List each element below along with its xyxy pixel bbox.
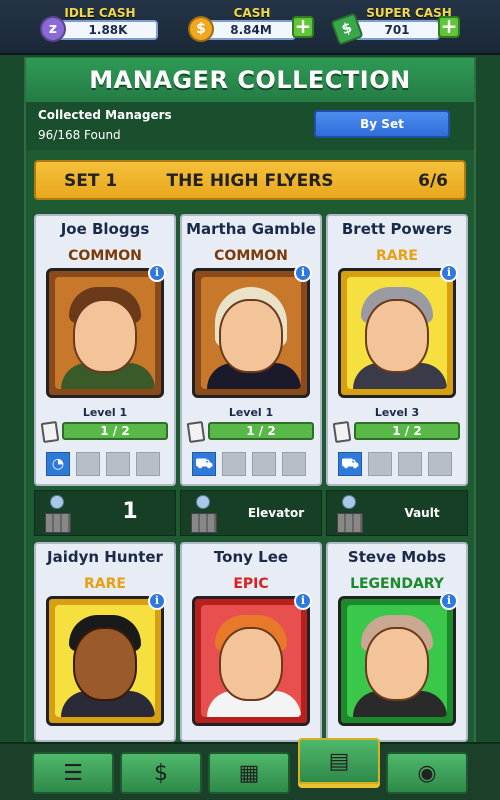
checklist-icon[interactable]: ☰ <box>32 752 114 794</box>
manager-portrait <box>338 596 456 726</box>
manager-name: Steve Mobs <box>347 548 447 566</box>
manager-portrait <box>46 596 164 726</box>
empty-slot <box>252 452 276 476</box>
idle-cash-value: 1.88K <box>58 20 158 40</box>
manager-level: Level 1 <box>228 406 274 419</box>
empty-slot <box>398 452 422 476</box>
set-header: SET 1 THE HIGH FLYERS 6/6 <box>34 160 466 200</box>
strip-value: Vault <box>404 506 440 520</box>
by-set-button[interactable]: By Set <box>314 110 450 138</box>
info-icon[interactable]: i <box>148 264 166 282</box>
empty-slot <box>428 452 452 476</box>
empty-slot <box>136 452 160 476</box>
manager-name: Brett Powers <box>341 220 453 238</box>
idle-cash-counter: IDLE CASH 1.88K z <box>40 6 160 46</box>
strip-value: Elevator <box>247 506 305 520</box>
manager-name: Joe Bloggs <box>60 220 150 238</box>
super-cash-value: 701 <box>354 20 440 40</box>
dollar-coin-icon: $ <box>188 16 214 42</box>
empty-slot <box>282 452 306 476</box>
manager-statue-icon <box>189 495 219 533</box>
manager-card[interactable]: Joe Bloggs COMMON i Level 1 1 / 2 ◔ <box>34 214 176 486</box>
add-super-cash-button[interactable]: + <box>438 16 460 38</box>
empty-slot <box>76 452 100 476</box>
id-card-icon[interactable]: ▤ <box>298 738 380 784</box>
set-progress: 6/6 <box>418 171 448 191</box>
card-progress: 1 / 2 <box>62 422 168 440</box>
map-pin-icon[interactable]: ◉ <box>386 752 468 794</box>
cash-value: 8.84M <box>206 20 296 40</box>
minecart-icon[interactable]: ⛟ <box>192 452 216 476</box>
manager-rarity: COMMON <box>68 248 142 264</box>
skill-slots: ◔ <box>46 452 160 476</box>
manager-slot-strip[interactable]: Elevator <box>180 490 322 536</box>
set-name: THE HIGH FLYERS <box>166 171 334 191</box>
manager-portrait <box>46 268 164 398</box>
manager-level: Level 3 <box>374 406 420 419</box>
manager-name: Tony Lee <box>213 548 289 566</box>
manager-statue-icon <box>335 495 365 533</box>
skill-slots: ⛟ <box>338 452 452 476</box>
strip-value: 1 <box>122 499 138 524</box>
manager-card[interactable]: Steve Mobs LEGENDARY i <box>326 542 468 742</box>
manager-level: Level 1 <box>82 406 128 419</box>
info-icon[interactable]: i <box>294 264 312 282</box>
card-progress: 1 / 2 <box>354 422 460 440</box>
manager-card[interactable]: Martha Gamble COMMON i Level 1 1 / 2 ⛟ <box>180 214 322 486</box>
manager-portrait <box>192 596 310 726</box>
manager-slot-strip[interactable]: Vault <box>326 490 468 536</box>
empty-slot <box>222 452 246 476</box>
manager-card[interactable]: Brett Powers RARE i Level 3 1 / 2 ⛟ <box>326 214 468 486</box>
manager-name: Martha Gamble <box>186 220 316 238</box>
info-icon[interactable]: i <box>148 592 166 610</box>
idle-cash-icon: z <box>40 16 66 42</box>
manager-rarity: RARE <box>84 576 126 592</box>
manager-card[interactable]: Tony Lee EPIC i <box>180 542 322 742</box>
empty-slot <box>368 452 392 476</box>
manager-rarity: EPIC <box>233 576 269 592</box>
info-icon[interactable]: i <box>294 592 312 610</box>
manager-statue-icon <box>43 495 73 533</box>
manager-rarity: LEGENDARY <box>350 576 444 592</box>
collected-label: Collected Managers <box>38 108 172 122</box>
skill-slots: ⛟ <box>192 452 306 476</box>
page-title: MANAGER COLLECTION <box>26 58 474 102</box>
card-icon <box>40 420 60 444</box>
manager-rarity: RARE <box>376 248 418 264</box>
add-cash-button[interactable]: + <box>292 16 314 38</box>
info-icon[interactable]: i <box>440 264 458 282</box>
manager-portrait <box>192 268 310 398</box>
manager-card[interactable]: Jaidyn Hunter RARE i <box>34 542 176 742</box>
card-icon <box>186 420 206 444</box>
card-icon <box>332 420 352 444</box>
collected-count: 96/168 Found <box>38 128 121 142</box>
manager-slot-strip[interactable]: 1 <box>34 490 176 536</box>
top-bar: IDLE CASH 1.88K z CASH 8.84M $ + SUPER C… <box>0 0 500 55</box>
info-icon[interactable]: i <box>440 592 458 610</box>
manager-name: Jaidyn Hunter <box>47 548 163 566</box>
speedometer-icon[interactable]: ◔ <box>46 452 70 476</box>
manager-rarity: COMMON <box>214 248 288 264</box>
minecart-icon[interactable]: ⛟ <box>338 452 362 476</box>
empty-slot <box>106 452 130 476</box>
building-icon[interactable]: ▦ <box>208 752 290 794</box>
manager-portrait <box>338 268 456 398</box>
bottom-nav: ☰ $ ▦ ▤ ◉ <box>0 738 500 800</box>
card-progress: 1 / 2 <box>208 422 314 440</box>
cash-briefcase-icon[interactable]: $ <box>120 752 202 794</box>
